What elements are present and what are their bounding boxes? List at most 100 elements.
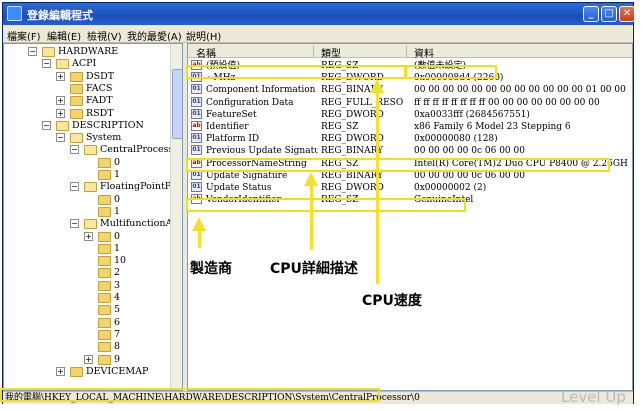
expand-icon[interactable]: + (84, 354, 93, 364)
menu-bar: 檔案(F) 編輯(E) 檢視(V) 我的最愛(A) 說明(H) (3, 25, 633, 43)
tree-item[interactable]: 7 (4, 329, 170, 341)
tree-item[interactable]: 2 (4, 267, 170, 279)
collapse-icon[interactable]: − (42, 120, 51, 130)
tree-item-label: ACPI (72, 58, 97, 70)
tree-item[interactable]: 1 (4, 243, 170, 255)
close-button[interactable]: ✕ (619, 6, 635, 22)
value-type: REG_BINARY (321, 85, 384, 96)
expand-icon[interactable]: + (84, 231, 93, 241)
tree-item[interactable]: 6 (4, 317, 170, 329)
highlight-vendor (186, 198, 466, 212)
collapse-icon[interactable]: − (56, 133, 65, 143)
tree-item-label: 1 (114, 205, 121, 217)
tree-item[interactable]: − CentralProcessor (4, 144, 182, 156)
tree-item-label: System (86, 132, 122, 144)
title-bar[interactable]: 登錄編輯程式 _ □ ✕ (3, 3, 635, 25)
regedit-app-icon (7, 6, 22, 21)
menu-file[interactable]: 檔案(F) (7, 28, 41, 43)
tree-item[interactable]: 4 (4, 292, 170, 304)
tree-item[interactable]: − FloatingPointPr (4, 181, 176, 193)
folder-icon (98, 268, 111, 279)
tree-item[interactable]: 5 (4, 304, 170, 316)
folder-icon (84, 145, 97, 156)
tree-item[interactable]: 3 (4, 280, 170, 292)
folder-icon (98, 329, 111, 340)
registry-value-row[interactable]: 01 Previous Update Signature REG_BINARY 00 … (188, 145, 628, 157)
highlight-processor-name (186, 158, 610, 172)
maximize-button[interactable]: □ (601, 6, 617, 22)
value-data: 0x00000002 (2) (414, 183, 487, 193)
tree-item[interactable]: − MultifunctionA (4, 218, 172, 230)
tree-item[interactable]: 1 (4, 169, 170, 181)
value-data: 0x00000080 (128) (414, 134, 498, 145)
tree-item-label: 8 (114, 341, 121, 353)
registry-value-row[interactable]: 01 Configuration Data REG_FULL_RESO ff ff f… (188, 96, 628, 109)
tree-item[interactable]: 0 (4, 157, 170, 169)
tree-item[interactable]: 8 (4, 341, 170, 353)
tree-item[interactable]: +0 (4, 231, 170, 243)
tree-item[interactable]: − System (4, 132, 170, 144)
expand-icon[interactable]: + (56, 366, 65, 376)
tree-item-label: FADT (86, 95, 113, 107)
tree-item[interactable]: 1 (4, 206, 170, 218)
registry-value-row[interactable]: 01 FeatureSet REG_DWORD 0xa0033fff (2684567… (188, 108, 628, 121)
value-type: REG_BINARY (321, 146, 384, 157)
menu-help[interactable]: 說明(H) (186, 28, 221, 43)
scroll-thumb[interactable] (172, 69, 182, 139)
column-separator[interactable] (313, 45, 314, 57)
tree-item[interactable]: + FADT (4, 95, 170, 107)
expand-icon[interactable]: + (56, 71, 65, 81)
minimize-button[interactable]: _ (583, 6, 599, 22)
tree-item[interactable]: + DSDT (4, 71, 170, 83)
watermark: Level Up (561, 388, 626, 406)
tree-item[interactable]: + DEVICEMAP (4, 366, 170, 378)
column-header-type[interactable]: 類型 (321, 45, 341, 60)
registry-value-row[interactable]: ab Identifier REG_SZ x86 Family 6 Model 23 … (188, 121, 628, 133)
expand-icon[interactable]: + (56, 96, 65, 106)
tree-vertical-scrollbar[interactable] (170, 44, 182, 390)
menu-favorites[interactable]: 我的最愛(A) (127, 28, 182, 43)
folder-icon (56, 120, 69, 131)
binary-value-icon: 01 (191, 145, 202, 156)
collapse-icon[interactable]: − (70, 219, 79, 229)
tree-item[interactable]: FACS (4, 83, 170, 95)
column-header-data[interactable]: 資料 (414, 45, 434, 60)
window-title: 登錄編輯程式 (27, 9, 93, 22)
menu-view[interactable]: 檢視(V) (87, 28, 122, 43)
tree-item[interactable]: − ACPI (4, 58, 170, 70)
tree-item-label: 1 (114, 242, 121, 254)
collapse-icon[interactable]: − (28, 47, 37, 56)
tree-item[interactable]: − DESCRIPTION (4, 120, 170, 132)
menu-edit[interactable]: 編輯(E) (47, 28, 81, 43)
folder-icon (70, 366, 83, 377)
value-name: Configuration Data (206, 97, 294, 108)
collapse-icon[interactable]: − (42, 59, 51, 69)
tree-item[interactable]: + RSDT (4, 108, 170, 120)
collapse-icon[interactable]: − (70, 182, 79, 192)
tree-item-label: 2 (114, 267, 121, 279)
folder-icon (70, 71, 83, 82)
column-separator[interactable] (406, 45, 407, 57)
tree-item[interactable]: 10 (4, 255, 170, 267)
tree-item-label: 7 (114, 328, 121, 340)
value-type: REG_DWORD (321, 109, 384, 120)
tree-item-label: RSDT (86, 107, 114, 119)
registry-value-row[interactable]: 01 Update Status REG_DWORD 0x00000002 (2) (188, 182, 628, 194)
registry-value-row[interactable]: 01 Component Information REG_BINARY 00 00 0… (188, 84, 628, 96)
tree-item[interactable]: − HARDWARE (4, 46, 170, 58)
folder-icon (84, 182, 97, 193)
binary-value-icon: 01 (191, 84, 202, 95)
registry-value-row[interactable]: 01 Platform ID REG_DWORD 0x00000080 (128) (188, 133, 628, 145)
expand-icon[interactable]: + (56, 108, 65, 118)
tree-item[interactable]: 0 (4, 194, 170, 206)
folder-icon (98, 231, 111, 242)
registry-key-tree[interactable]: − HARDWARE − ACPI + DSDT FACS + FADT + RSDT − DESCRI… (3, 43, 183, 391)
tree-item-label: 5 (114, 304, 121, 316)
tree-item-label: 1 (114, 169, 121, 180)
column-header-name[interactable]: 名稱 (196, 45, 216, 60)
tree-item[interactable]: +9 (4, 354, 170, 366)
arrow-cpu-detail-line (310, 185, 313, 250)
collapse-icon[interactable]: − (70, 145, 79, 155)
value-name: Component Information (206, 85, 316, 96)
registry-values-list[interactable]: 名稱 類型 資料 ab (預設值) REG_SZ (數值未設定) 01 ~MHz REG_D… (187, 43, 633, 391)
